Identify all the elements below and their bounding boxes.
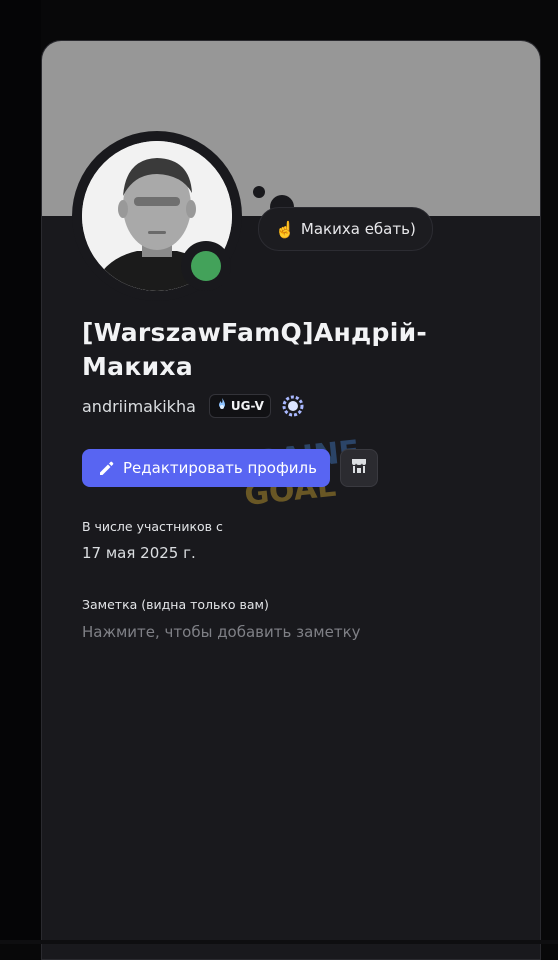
custom-status-text: Макиха ебать)	[300, 220, 416, 238]
shop-button[interactable]	[340, 449, 378, 487]
flame-icon	[216, 398, 228, 414]
server-tag-badge[interactable]: UG-V	[208, 394, 271, 418]
window-edge	[0, 0, 41, 944]
note-input[interactable]: Нажмите, чтобы добавить заметку	[82, 623, 361, 641]
edit-profile-label: Редактировать профиль	[123, 459, 317, 477]
username-row: andriimakikha UG-V	[82, 393, 305, 419]
username[interactable]: andriimakikha	[82, 397, 196, 416]
member-since-date: 17 мая 2025 г.	[82, 544, 196, 562]
thought-bubble-dot-small	[253, 186, 265, 198]
window-bottom-edge	[0, 940, 558, 944]
pencil-icon	[98, 460, 115, 477]
custom-status-bubble[interactable]: ☝️ Макиха ебать)	[258, 207, 433, 251]
profile-card: ☝️ Макиха ебать) [WarszawFamQ]Андрій-Мак…	[41, 40, 541, 960]
edit-profile-button[interactable]: Редактировать профиль	[82, 449, 330, 487]
note-label: Заметка (видна только вам)	[82, 597, 269, 612]
server-tag-label: UG-V	[230, 399, 264, 413]
laurel-badge-icon[interactable]	[281, 394, 305, 418]
avatar-container[interactable]	[72, 131, 242, 301]
display-name: [WarszawFamQ]Андрій-Макиха	[82, 318, 428, 381]
pointing-up-emoji-icon: ☝️	[275, 219, 295, 239]
status-indicator	[181, 241, 231, 291]
shop-icon	[350, 457, 368, 479]
member-since-label: В числе участников с	[82, 519, 223, 534]
online-status-icon	[191, 251, 221, 281]
